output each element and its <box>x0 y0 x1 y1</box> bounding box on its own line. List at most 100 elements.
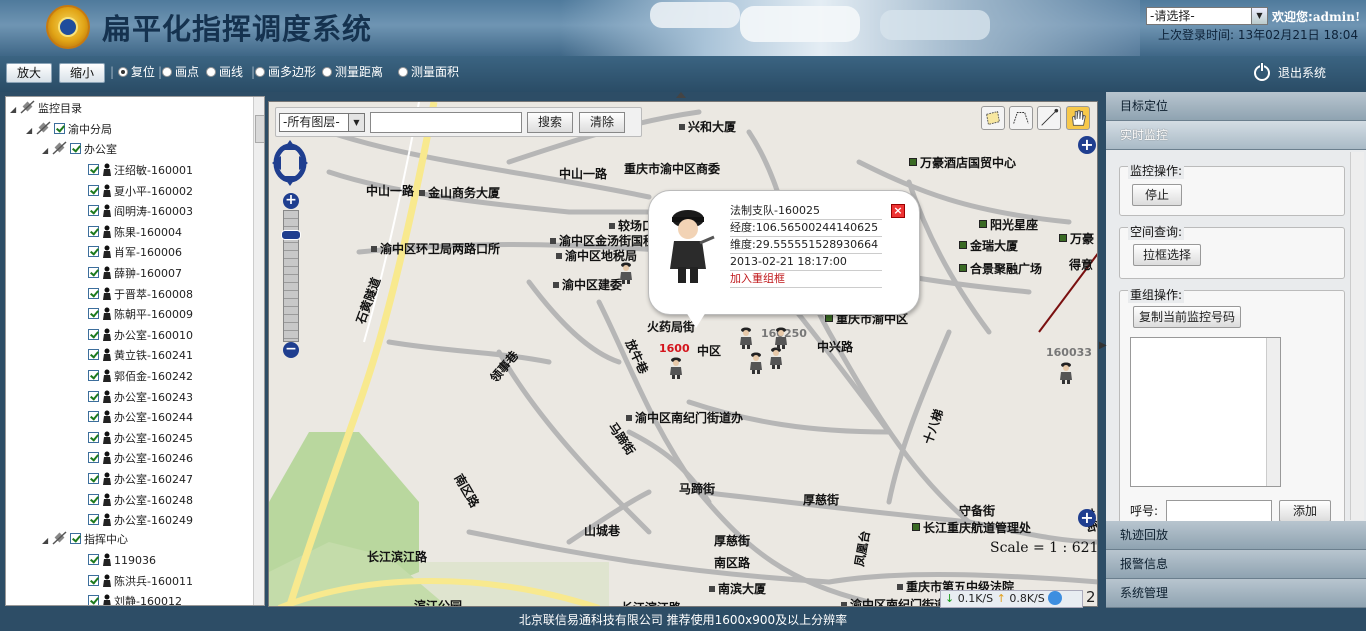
accordion-alarm-info[interactable]: 报警信息 <box>1106 550 1366 579</box>
expand-plus-icon[interactable]: + <box>1078 136 1096 154</box>
power-icon[interactable] <box>1254 63 1270 81</box>
tree-branch-office[interactable]: ◢ 办公室 <box>42 140 117 160</box>
checkbox-checked[interactable] <box>88 225 99 237</box>
stop-button[interactable]: 停止 <box>1132 184 1182 206</box>
checkbox-checked[interactable] <box>88 493 99 505</box>
checkbox-checked[interactable] <box>88 390 99 402</box>
radio-icon[interactable] <box>162 67 173 77</box>
checkbox-checked[interactable] <box>88 554 99 565</box>
expand-toggle-icon[interactable]: ◢ <box>42 141 52 161</box>
map-search-input[interactable] <box>370 112 522 133</box>
map-zoom-out-button[interactable]: − <box>283 342 299 358</box>
collapse-right-icon[interactable]: ▶ <box>1099 340 1107 368</box>
tool-measure-distance[interactable]: 测量距离 <box>322 65 383 79</box>
accordion-system-manage[interactable]: 系统管理 <box>1106 579 1366 608</box>
tree-member-item[interactable]: 陈洪兵-160011 <box>88 572 193 592</box>
checkbox-checked[interactable] <box>88 164 99 175</box>
officer-marker-icon[interactable] <box>774 327 788 349</box>
zoom-out-button[interactable]: 缩小 <box>59 63 105 83</box>
accordion-track-playback[interactable]: 轨迹回放 <box>1106 521 1366 550</box>
checkbox-checked[interactable] <box>88 574 99 586</box>
textarea-scrollbar[interactable] <box>1266 338 1280 486</box>
checkbox-checked[interactable] <box>70 533 81 544</box>
add-to-regroup-link[interactable]: 加入重组框 <box>730 271 882 288</box>
checkbox-checked[interactable] <box>88 308 99 320</box>
tree-member-item[interactable]: 黄立铁-160241 <box>88 346 193 366</box>
accordion-target-locate[interactable]: 目标定位 <box>1106 92 1366 121</box>
chevron-down-icon[interactable]: ▼ <box>348 114 364 131</box>
measure-line-icon[interactable] <box>1037 106 1061 130</box>
tree-member-item[interactable]: 办公室-160247 <box>88 470 193 490</box>
expand-toggle-icon[interactable]: ◢ <box>42 531 52 551</box>
checkbox-checked[interactable] <box>88 246 99 258</box>
radio-icon[interactable] <box>322 67 332 77</box>
checkbox-checked[interactable] <box>88 205 99 217</box>
officer-marker-icon[interactable] <box>1059 362 1073 384</box>
tool-draw-point[interactable]: | 画点 <box>158 65 199 79</box>
tool-draw-polygon[interactable]: | 画多边形 <box>251 65 316 79</box>
checkbox-checked[interactable] <box>88 473 99 484</box>
tree-member-item[interactable]: 薛翀-160007 <box>88 264 182 284</box>
tree-member-item[interactable]: 肖军-160006 <box>88 243 182 263</box>
accordion-realtime-monitor[interactable]: 实时监控 <box>1106 121 1366 150</box>
regroup-textarea[interactable] <box>1130 337 1281 487</box>
collapse-up-icon[interactable] <box>676 92 686 98</box>
tree-member-item[interactable]: 办公室-160248 <box>88 491 193 511</box>
checkbox-checked[interactable] <box>88 184 99 196</box>
checkbox-checked[interactable] <box>70 143 81 154</box>
expand-toggle-icon[interactable]: ◢ <box>10 100 20 120</box>
checkbox-checked[interactable] <box>88 514 99 526</box>
checkbox-checked[interactable] <box>88 267 99 278</box>
tree-member-item[interactable]: 办公室-160243 <box>88 388 193 408</box>
tree-member-item[interactable]: 阎明涛-160003 <box>88 202 193 222</box>
tree-member-item[interactable]: 陈朝平-160009 <box>88 305 193 325</box>
copy-numbers-button[interactable]: 复制当前监控号码 <box>1133 306 1241 328</box>
tree-member-item[interactable]: 汪绍敏-160001 <box>88 161 193 181</box>
right-panel-scrollbar[interactable] <box>1350 152 1364 520</box>
checkbox-checked[interactable] <box>88 431 99 443</box>
clear-button[interactable]: 清除 <box>579 112 625 133</box>
callsign-input[interactable] <box>1166 500 1272 522</box>
tree-scrollbar[interactable] <box>253 97 264 605</box>
officer-marker-icon[interactable] <box>749 352 763 374</box>
hand-pan-icon[interactable] <box>1066 106 1090 130</box>
expand-toggle-icon[interactable]: ◢ <box>26 121 36 141</box>
tree-member-item[interactable]: 办公室-160246 <box>88 449 193 469</box>
tool-reset[interactable]: | 复位 <box>110 65 155 79</box>
checkbox-checked[interactable] <box>54 123 65 134</box>
chevron-down-icon[interactable]: ▼ <box>1251 8 1267 24</box>
radio-selected-icon[interactable] <box>117 67 128 77</box>
tree-branch-yuzhong[interactable]: ◢ 渝中分局 <box>26 120 112 140</box>
expand-plus-icon[interactable]: + <box>1078 509 1096 527</box>
officer-marker-icon[interactable] <box>769 347 783 369</box>
tree-member-item[interactable]: 郭佰金-160242 <box>88 367 193 387</box>
box-select-button[interactable]: 拉框选择 <box>1133 244 1201 266</box>
radio-icon[interactable] <box>398 67 408 77</box>
draw-rectangle-icon[interactable] <box>981 106 1005 130</box>
scrollbar-thumb[interactable] <box>255 115 264 143</box>
tree-member-item[interactable]: 夏小平-160002 <box>88 182 193 202</box>
checkbox-checked[interactable] <box>88 452 99 464</box>
tree-member-item[interactable]: 陈果-160004 <box>88 223 182 243</box>
checkbox-checked[interactable] <box>88 287 99 299</box>
tree-member-item[interactable]: 办公室-160010 <box>88 326 193 346</box>
officer-marker-icon[interactable] <box>619 262 633 284</box>
radio-icon[interactable] <box>255 67 266 77</box>
tree-member-item[interactable]: 办公室-160249 <box>88 511 193 531</box>
tree-branch-command[interactable]: ◢ 指挥中心 <box>42 530 128 550</box>
close-icon[interactable]: × <box>891 204 905 218</box>
pan-control-icon[interactable] <box>272 140 308 186</box>
tree-member-item[interactable]: 办公室-160244 <box>88 408 193 428</box>
search-button[interactable]: 搜索 <box>527 112 573 133</box>
checkbox-checked[interactable] <box>88 595 99 605</box>
map-zoom-in-button[interactable]: + <box>283 193 299 209</box>
add-button[interactable]: 添加 <box>1279 500 1331 522</box>
tree-root[interactable]: ◢ 监控目录 <box>10 99 82 119</box>
checkbox-checked[interactable] <box>88 370 99 381</box>
checkbox-checked[interactable] <box>88 411 99 423</box>
checkbox-checked[interactable] <box>88 328 99 340</box>
tree-member-item[interactable]: 于晋萃-160008 <box>88 285 193 305</box>
officer-marker-icon[interactable] <box>669 357 683 379</box>
logout-button[interactable]: 退出系统 <box>1254 63 1326 81</box>
role-select[interactable]: -请选择- ▼ <box>1146 7 1268 25</box>
